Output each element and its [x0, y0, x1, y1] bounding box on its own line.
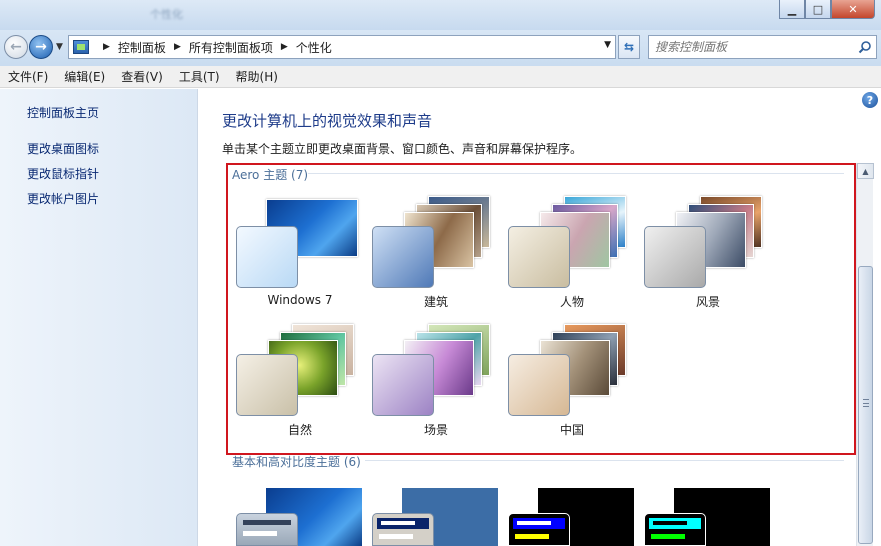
forward-arrow-icon: → — [35, 39, 47, 55]
sidebar-item-desktop-icons[interactable]: 更改桌面图标 — [27, 140, 99, 157]
breadcrumb-separator-icon[interactable]: ▶ — [103, 42, 110, 52]
title-bar: 个性化 ▁ □ ✕ — [0, 0, 881, 30]
help-icon[interactable]: ? — [862, 92, 878, 108]
page-title: 更改计算机上的视觉效果和声音 — [222, 112, 433, 130]
theme-window-color-swatch — [236, 513, 298, 546]
sidebar-item-mouse-pointer[interactable]: 更改鼠标指针 — [27, 165, 99, 182]
scrollbar-grip-icon — [863, 399, 869, 407]
maximize-button[interactable]: □ — [805, 0, 831, 19]
window-controls: ▁ □ ✕ — [779, 0, 875, 19]
sidebar: 控制面板主页 更改桌面图标 更改鼠标指针 更改帐户图片 — [0, 89, 198, 546]
breadcrumb-separator-icon[interactable]: ▶ — [174, 42, 181, 52]
search-box[interactable] — [648, 35, 877, 59]
menu-edit[interactable]: 编辑(E) — [58, 68, 111, 85]
recent-pages-dropdown[interactable]: ▼ — [56, 42, 63, 52]
menu-tools[interactable]: 工具(T) — [173, 68, 226, 85]
forward-button[interactable]: → — [29, 35, 53, 59]
menu-bar: 文件(F) 编辑(E) 查看(V) 工具(T) 帮助(H) — [0, 66, 881, 88]
vertical-scrollbar[interactable]: ▲ — [856, 163, 874, 546]
back-arrow-icon: ← — [10, 39, 22, 55]
aero-themes-highlight-box — [226, 163, 856, 455]
address-dropdown-icon[interactable]: ▼ — [604, 40, 611, 50]
menu-file[interactable]: 文件(F) — [2, 68, 54, 85]
minimize-button[interactable]: ▁ — [779, 0, 805, 19]
breadcrumb-separator-icon[interactable]: ▶ — [281, 42, 288, 52]
sidebar-item-home[interactable]: 控制面板主页 — [27, 104, 99, 121]
group-divider — [365, 460, 844, 461]
address-bar[interactable]: ▶ 控制面板 ▶ 所有控制面板项 ▶ 个性化 ▼ — [68, 35, 616, 59]
search-icon[interactable] — [858, 40, 872, 54]
close-button[interactable]: ✕ — [831, 0, 875, 19]
navigation-bar: ← → ▼ ▶ 控制面板 ▶ 所有控制面板项 ▶ 个性化 ▼ ⇆ — [0, 30, 881, 66]
sidebar-item-account-picture[interactable]: 更改帐户图片 — [27, 190, 99, 207]
refresh-icon: ⇆ — [623, 40, 635, 54]
scrollbar-thumb[interactable] — [858, 266, 873, 544]
control-panel-icon — [73, 40, 89, 54]
theme-window-color-swatch — [508, 513, 570, 546]
refresh-button[interactable]: ⇆ — [618, 35, 640, 59]
search-input[interactable] — [649, 36, 849, 58]
back-button[interactable]: ← — [4, 35, 28, 59]
breadcrumb-personalization[interactable]: 个性化 — [296, 39, 332, 56]
menu-view[interactable]: 查看(V) — [115, 68, 169, 85]
theme-window-color-swatch — [372, 513, 434, 546]
breadcrumb-all-items[interactable]: 所有控制面板项 — [189, 39, 273, 56]
basic-themes-group-label: 基本和高对比度主题 (6) — [232, 455, 361, 469]
page-description: 单击某个主题立即更改桌面背景、窗口颜色、声音和屏幕保护程序。 — [222, 142, 583, 156]
window-title: 个性化 — [150, 8, 183, 21]
breadcrumb-control-panel[interactable]: 控制面板 — [118, 39, 166, 56]
theme-window-color-swatch — [644, 513, 706, 546]
scroll-up-arrow-icon[interactable]: ▲ — [857, 163, 874, 179]
menu-help[interactable]: 帮助(H) — [230, 68, 284, 85]
